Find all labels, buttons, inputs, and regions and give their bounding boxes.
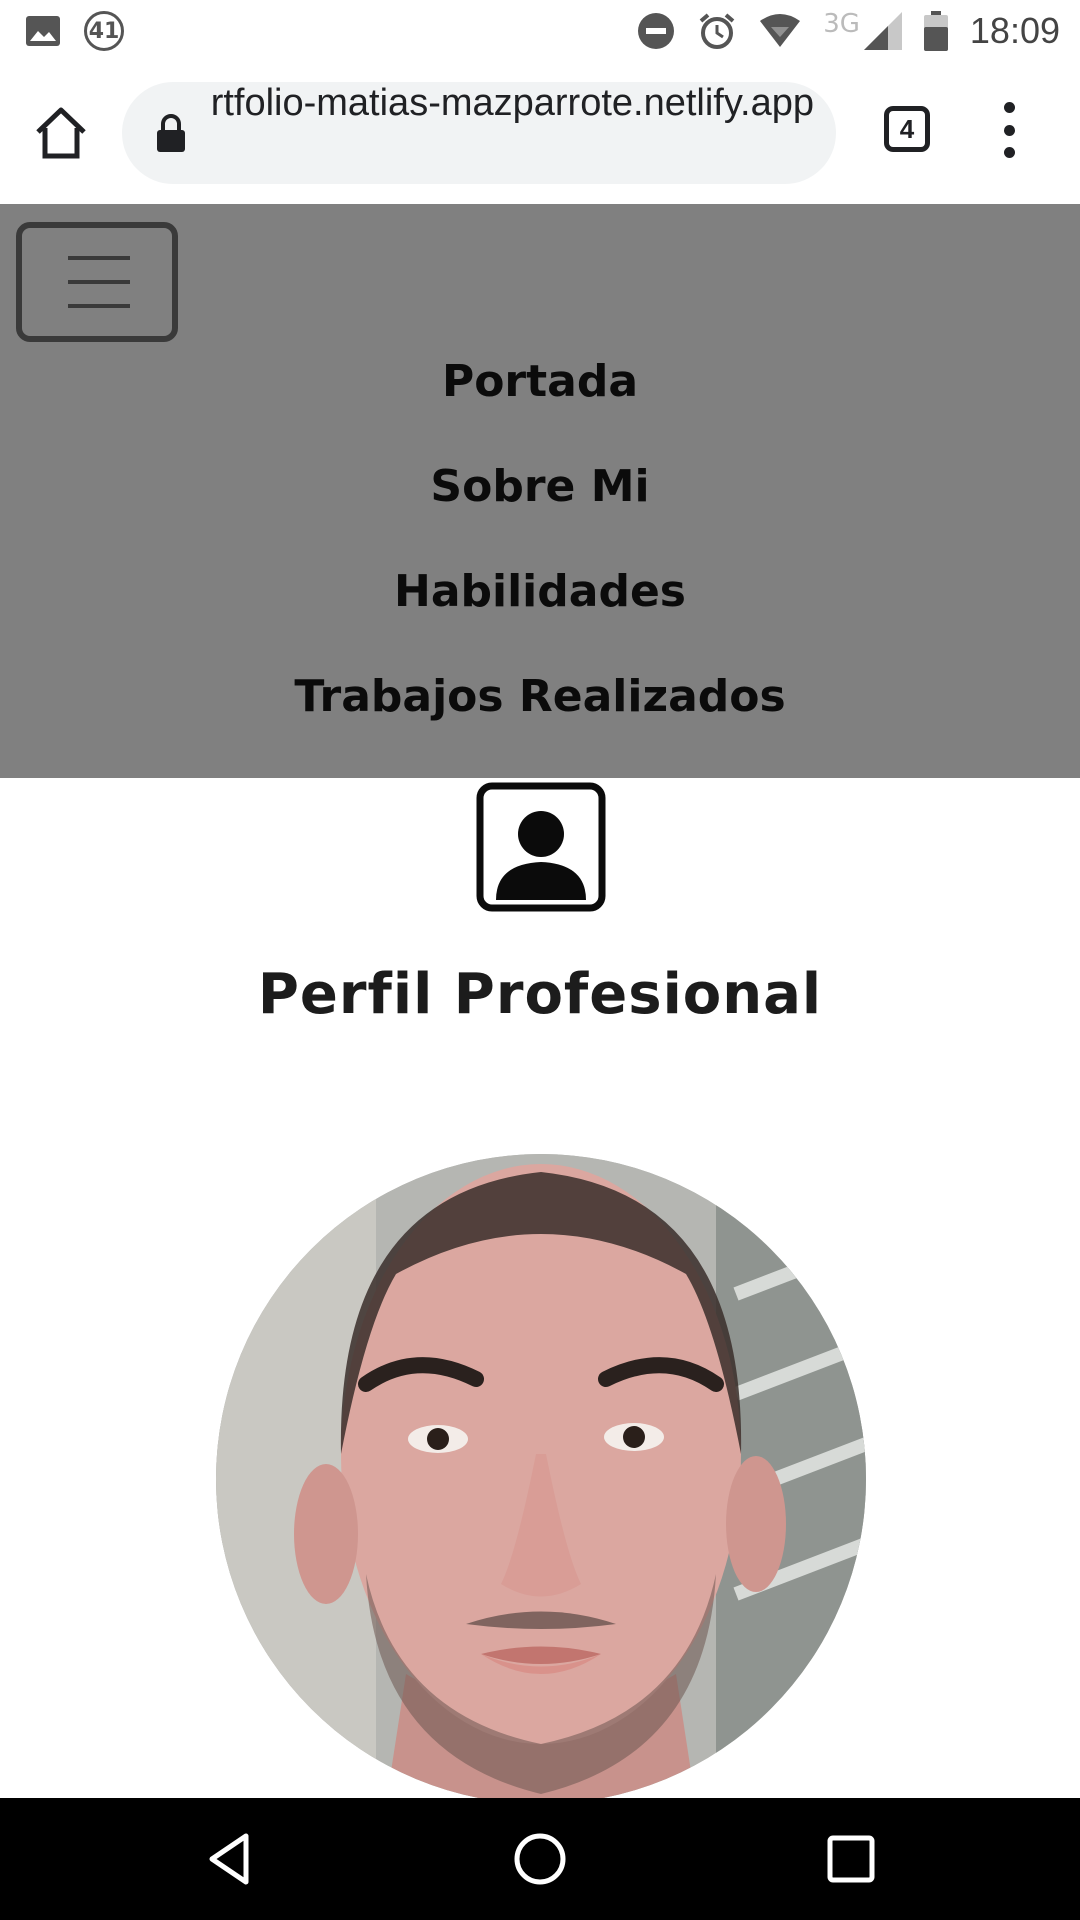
section-title: Perfil Profesional <box>257 962 823 1027</box>
image-icon <box>26 16 60 46</box>
battery-icon <box>923 11 948 51</box>
nav-link-sobre-mi[interactable]: Sobre Mi <box>0 461 1080 566</box>
profile-icon <box>476 782 606 912</box>
network-type-label: 3G <box>823 9 860 39</box>
nav-link-portada[interactable]: Portada <box>0 356 1080 461</box>
nav-link-trabajos-realizados[interactable]: Trabajos Realizados <box>0 671 1080 776</box>
do-not-disturb-icon <box>638 13 675 49</box>
url-text[interactable]: portfolio-matias-mazparrote.netlify.app <box>210 82 814 184</box>
browser-toolbar: portfolio-matias-mazparrote.netlify.app … <box>0 62 1080 204</box>
system-nav-bar <box>0 1798 1080 1920</box>
home-circle-icon[interactable] <box>509 1828 571 1890</box>
profile-photo <box>216 1154 866 1804</box>
nav-link-habilidades[interactable]: Habilidades <box>0 566 1080 671</box>
lock-icon[interactable] <box>156 114 186 152</box>
site-nav: Portada Sobre Mi Habilidades Trabajos Re… <box>0 204 1080 778</box>
alarm-icon <box>699 13 735 49</box>
url-value: portfolio-matias-mazparrote.netlify.app <box>210 82 814 124</box>
nav-links: Portada Sobre Mi Habilidades Trabajos Re… <box>0 356 1080 776</box>
clock: 18:09 <box>969 10 1060 51</box>
recents-icon[interactable] <box>820 1828 882 1890</box>
home-icon[interactable] <box>32 104 90 162</box>
overflow-menu-icon[interactable] <box>994 102 1024 158</box>
status-bar: 41 3G 18:09 <box>0 0 1080 62</box>
back-icon[interactable] <box>202 1828 264 1890</box>
notification-count-icon: 41 <box>84 11 124 51</box>
tab-switcher-icon[interactable]: 4 <box>884 106 930 152</box>
address-bar[interactable]: portfolio-matias-mazparrote.netlify.app <box>122 82 836 184</box>
hamburger-icon[interactable] <box>16 222 178 342</box>
profile-photo-illustration <box>216 1154 866 1804</box>
cell-signal-icon <box>863 12 902 50</box>
wifi-icon <box>760 14 801 47</box>
